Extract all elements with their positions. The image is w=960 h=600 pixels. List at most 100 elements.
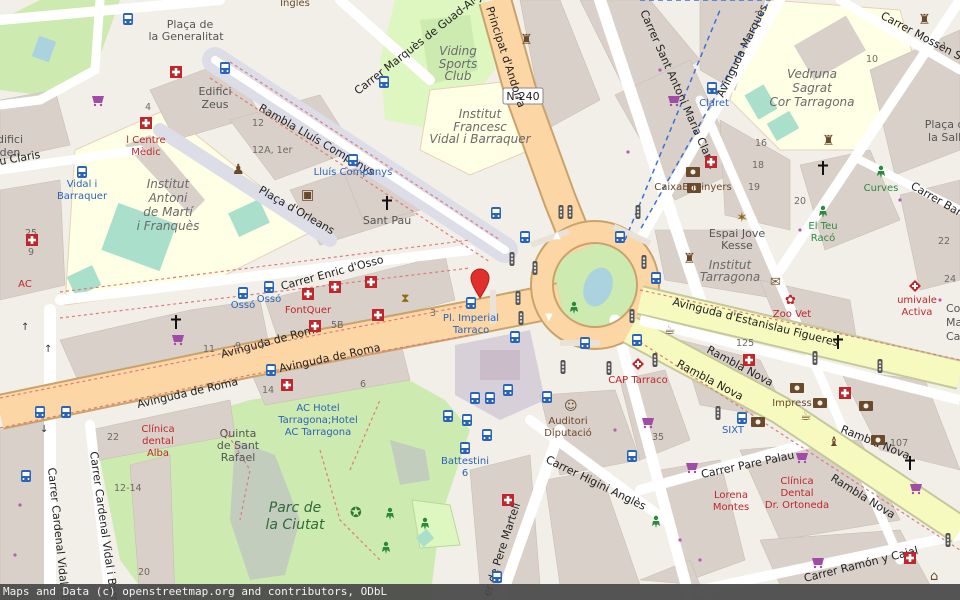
bus-stop-icon[interactable] xyxy=(542,391,552,403)
bus-stop-icon[interactable] xyxy=(627,450,637,462)
bus-stop-icon[interactable] xyxy=(266,364,276,376)
house-number: 18 xyxy=(752,160,764,171)
label-ac-left: AC xyxy=(18,279,32,290)
house-number: 22 xyxy=(938,236,950,247)
bank-icon[interactable] xyxy=(751,417,765,427)
doctor-icon[interactable] xyxy=(281,379,293,391)
house-number: 6 xyxy=(360,379,366,390)
bank-icon[interactable]: ⌂ xyxy=(930,569,938,584)
label-umivale-1: umivale xyxy=(897,295,937,306)
label-viding-1: Viding xyxy=(439,44,477,58)
bus-stop-icon[interactable] xyxy=(460,442,470,454)
bus-stop-icon[interactable] xyxy=(21,470,31,482)
bus-stop-icon[interactable] xyxy=(520,231,530,243)
dot xyxy=(798,228,802,232)
bus-stop-icon[interactable] xyxy=(466,297,476,309)
doctor-icon[interactable] xyxy=(140,117,152,129)
bank-icon[interactable] xyxy=(859,401,873,411)
house-number: 125 xyxy=(736,338,754,349)
cafe-icon[interactable]: ☕ xyxy=(800,409,812,424)
map-view[interactable]: N-240 Principat d'Andorra Carrer Marquès… xyxy=(0,0,960,600)
school-icon[interactable]: ♜ xyxy=(822,133,835,149)
library-icon[interactable]: ♜ xyxy=(520,32,533,48)
traffic-light-icon xyxy=(567,205,573,219)
doctor-icon[interactable] xyxy=(502,494,514,506)
bus-stop-icon[interactable] xyxy=(238,287,248,299)
bus-stop-icon[interactable] xyxy=(462,414,472,426)
bus-stop-icon[interactable] xyxy=(77,166,87,178)
doctor-icon[interactable] xyxy=(302,288,314,300)
office-icon[interactable]: ▣ xyxy=(301,187,314,203)
bus-stop-icon[interactable] xyxy=(485,392,495,404)
community-center-icon[interactable]: ✶ xyxy=(736,210,748,226)
bus-stop-icon[interactable] xyxy=(580,337,590,349)
label-teu-raco-1: El Teu xyxy=(808,221,837,232)
bank-icon[interactable] xyxy=(871,435,885,445)
doctor-icon[interactable] xyxy=(170,66,182,78)
doctor-icon[interactable] xyxy=(904,552,916,564)
hourglass-icon[interactable]: ⧗ xyxy=(401,291,409,305)
doctor-icon[interactable] xyxy=(309,320,321,332)
building-icon[interactable]: ♜ xyxy=(683,251,696,267)
vet-icon[interactable]: ✿ xyxy=(785,293,796,308)
bus-stop-icon[interactable] xyxy=(220,62,230,74)
bus-stop-icon[interactable] xyxy=(615,231,625,243)
bus-stop-icon[interactable] xyxy=(492,571,502,583)
map-canvas[interactable]: N-240 Principat d'Andorra Carrer Marquès… xyxy=(0,0,960,600)
cafe-icon[interactable]: ☕ xyxy=(664,323,676,338)
house-number: 11 xyxy=(203,344,215,355)
police-icon[interactable]: ♟ xyxy=(232,162,245,178)
map-attribution[interactable]: Maps and Data (c) openstreetmap.org and … xyxy=(0,584,960,600)
label-salle-2: la Salle xyxy=(928,131,960,144)
label-alba-3: Alba xyxy=(147,448,169,459)
bus-stop-icon[interactable] xyxy=(491,207,501,219)
traffic-light-icon xyxy=(518,311,524,325)
theatre-icon[interactable]: ☺ xyxy=(564,399,578,414)
bus-stop-icon[interactable] xyxy=(61,406,71,418)
doctor-icon[interactable] xyxy=(365,276,377,288)
bank-icon[interactable] xyxy=(813,398,827,408)
museum-icon[interactable]: ♜ xyxy=(918,12,931,28)
label-antoni-1: Institut xyxy=(147,177,191,191)
dog-park-icon[interactable]: ✪ xyxy=(350,505,362,521)
monument-icon[interactable]: ♝ xyxy=(828,435,840,450)
bus-stop-icon[interactable] xyxy=(510,331,520,343)
label-osso-1: Ossó xyxy=(231,299,255,311)
doctor-icon[interactable] xyxy=(839,387,851,399)
bus-stop-icon[interactable] xyxy=(651,272,661,284)
doctor-icon[interactable] xyxy=(26,234,38,246)
label-cap-tarraco: CAP Tarraco xyxy=(608,375,667,386)
doctor-icon[interactable] xyxy=(743,354,755,366)
dot xyxy=(698,558,702,562)
bank-icon[interactable] xyxy=(686,167,700,177)
arrow-icon: ▼ xyxy=(545,312,553,323)
label-colm-1: Col xyxy=(946,302,960,315)
house-number: 9 xyxy=(235,341,241,352)
label-quinta-3: Rafael xyxy=(221,451,256,464)
bus-stop-icon[interactable] xyxy=(348,154,358,166)
bus-stop-icon[interactable] xyxy=(443,410,453,422)
doctor-icon[interactable] xyxy=(372,309,384,321)
bus-stop-icon[interactable] xyxy=(707,82,717,94)
bus-stop-icon[interactable] xyxy=(379,76,389,88)
bank-icon[interactable] xyxy=(790,383,804,393)
bus-stop-icon[interactable] xyxy=(503,384,513,396)
bus-stop-icon[interactable] xyxy=(123,13,133,25)
doctor-icon[interactable] xyxy=(329,281,341,293)
house-number: 4 xyxy=(145,102,151,113)
bus-stop-icon[interactable] xyxy=(737,412,747,424)
house-number: 107 xyxy=(890,438,908,449)
bus-stop-icon[interactable] xyxy=(264,281,274,293)
label-vedruna-3: Cor Tarragona xyxy=(769,95,854,109)
label-vidal-stop-2: Barraquer xyxy=(57,191,108,202)
bus-stop-icon[interactable] xyxy=(35,406,45,418)
traffic-light-icon xyxy=(812,351,818,365)
bus-stop-icon[interactable] xyxy=(632,334,642,346)
label-antoni-2: Antoni xyxy=(148,191,188,205)
label-francesc-1: Institut xyxy=(459,107,503,121)
post-office-icon[interactable]: ✉ xyxy=(770,275,781,290)
doctor-icon[interactable] xyxy=(705,156,717,168)
bus-stop-icon[interactable] xyxy=(470,392,480,404)
bus-stop-icon[interactable] xyxy=(482,429,492,441)
house-number: 3 xyxy=(430,308,436,319)
